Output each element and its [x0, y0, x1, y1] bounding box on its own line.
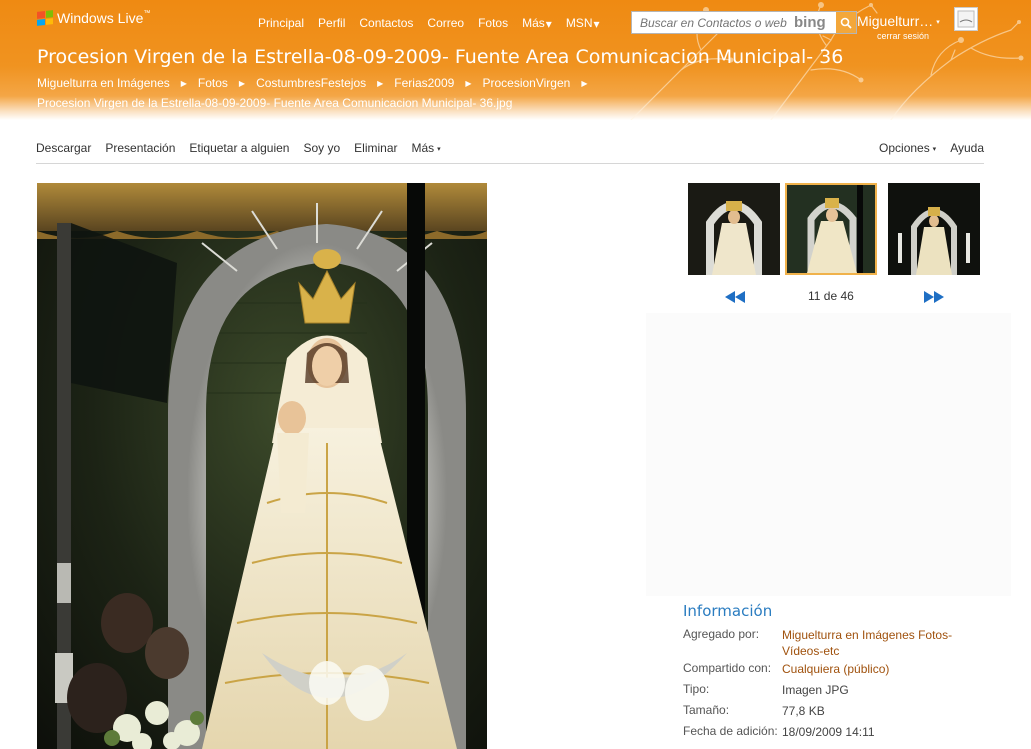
chevron-down-icon: ▾: [934, 19, 940, 27]
photo-counter: 11 de 46: [808, 289, 854, 303]
search-icon: [840, 17, 852, 29]
breadcrumb-item-costumbres[interactable]: CostumbresFestejos: [256, 76, 366, 90]
virgin-statue-image: [37, 183, 487, 749]
photo-thumbnail: [888, 183, 980, 275]
avatar[interactable]: [954, 7, 978, 31]
chevron-down-icon: ▾: [930, 145, 937, 153]
options-menu[interactable]: Opciones ▾: [879, 141, 936, 155]
nav-principal[interactable]: Principal: [258, 16, 304, 31]
search-box: bing: [631, 11, 857, 34]
thumbnail-next[interactable]: [888, 183, 980, 275]
windows-flag-icon: [37, 10, 53, 26]
shared-with-link[interactable]: Cualquiera (público): [782, 661, 982, 677]
breadcrumb-arrow-icon: ▶: [581, 78, 588, 88]
info-heading: Información: [683, 602, 773, 620]
delete-button[interactable]: Eliminar: [354, 141, 397, 155]
photo-thumbnail: [688, 183, 780, 275]
download-button[interactable]: Descargar: [36, 141, 91, 155]
top-navigation: Principal Perfil Contactos Correo Fotos …: [258, 16, 600, 31]
previous-photo-button[interactable]: [723, 289, 747, 308]
more-menu[interactable]: Más ▾: [412, 141, 441, 155]
windows-live-logo[interactable]: Windows Live™: [37, 10, 150, 26]
breadcrumb-item-fotos[interactable]: Fotos: [198, 76, 228, 90]
photo-thumbnail: [787, 185, 875, 273]
thumbnail-previous[interactable]: [688, 183, 780, 275]
tag-someone-button[interactable]: Etiquetar a alguien: [189, 141, 289, 155]
breadcrumb-item-procesion[interactable]: ProcesionVirgen: [482, 76, 570, 90]
help-link[interactable]: Ayuda: [950, 141, 984, 155]
this-is-me-button[interactable]: Soy yo: [303, 141, 340, 155]
bing-logo: bing: [794, 14, 826, 31]
chevron-down-icon: ▾: [545, 16, 552, 31]
chevron-down-icon: ▾: [435, 145, 441, 153]
nav-msn[interactable]: MSN▾: [566, 16, 600, 31]
breadcrumb-arrow-icon: ▶: [238, 78, 246, 88]
ad-area: [646, 313, 1011, 596]
nav-perfil[interactable]: Perfil: [318, 16, 345, 31]
added-by-link[interactable]: Miguelturra en Imágenes Fotos-Vídeos-etc: [782, 627, 982, 659]
sign-out-link[interactable]: cerrar sesión: [877, 31, 929, 41]
info-value: Imagen JPG: [782, 683, 849, 697]
next-photo-button[interactable]: [922, 289, 946, 308]
breadcrumb-item-album[interactable]: Miguelturra en Imágenes: [37, 76, 170, 90]
info-label: Compartido con:: [683, 661, 772, 675]
breadcrumb: Miguelturra en Imágenes ▶ Fotos ▶ Costum…: [37, 76, 598, 90]
double-arrow-left-icon: [725, 291, 745, 303]
double-arrow-right-icon: [924, 291, 944, 303]
info-label: Tamaño:: [683, 703, 730, 717]
brand-name: Windows Live™: [57, 10, 151, 26]
header-bar: Windows Live™ Principal Perfil Contactos…: [0, 0, 1031, 120]
info-label: Agregado por:: [683, 627, 760, 641]
nav-correo[interactable]: Correo: [427, 16, 464, 31]
nav-contactos[interactable]: Contactos: [359, 16, 413, 31]
thumbnail-current[interactable]: [785, 183, 877, 275]
chevron-down-icon: ▾: [593, 16, 600, 31]
photo-toolbar: Descargar Presentación Etiquetar a algui…: [36, 141, 984, 164]
search-button[interactable]: [836, 12, 856, 33]
info-label: Tipo:: [683, 682, 710, 696]
breadcrumb-arrow-icon: ▶: [377, 78, 384, 88]
user-name[interactable]: Miguelturr… ▾: [857, 13, 940, 29]
file-name: Procesion Virgen de la Estrella-08-09-20…: [37, 96, 513, 110]
breadcrumb-item-ferias[interactable]: Ferias2009: [394, 76, 454, 90]
info-label: Fecha de adición:: [683, 724, 778, 738]
search-input[interactable]: [638, 14, 792, 31]
thumbnail-strip: [688, 183, 980, 275]
slideshow-button[interactable]: Presentación: [105, 141, 175, 155]
nav-fotos[interactable]: Fotos: [478, 16, 508, 31]
info-value: 77,8 KB: [782, 704, 825, 718]
user-picture-icon: [957, 10, 975, 28]
info-value: 18/09/2009 14:11: [782, 725, 875, 739]
main-photo[interactable]: [37, 183, 487, 749]
breadcrumb-arrow-icon: ▶: [180, 78, 187, 88]
nav-mas[interactable]: Más▾: [522, 16, 552, 31]
breadcrumb-arrow-icon: ▶: [465, 78, 472, 88]
page-title: Procesion Virgen de la Estrella-08-09-20…: [37, 46, 844, 68]
